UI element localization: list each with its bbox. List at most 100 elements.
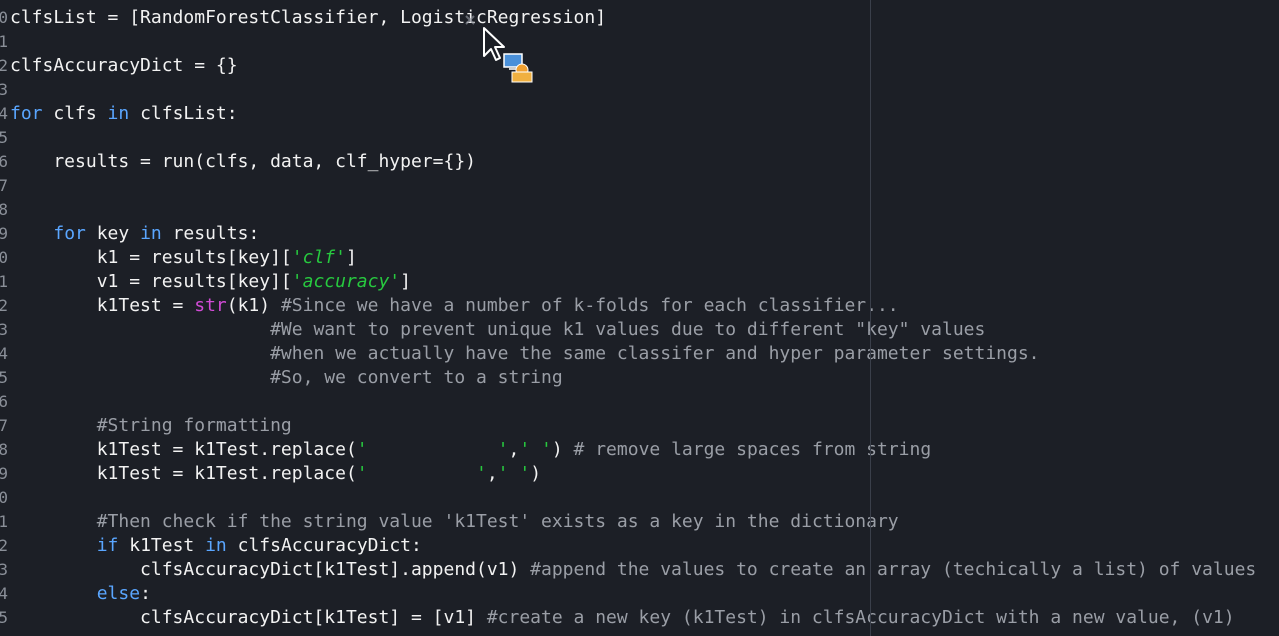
line-number: 2 <box>0 536 8 555</box>
code-token-keyword: in <box>140 223 162 244</box>
code-token-comment: # remove large spaces from string <box>573 439 932 460</box>
line-number: 8 <box>0 200 8 219</box>
line-number: 2 <box>0 56 8 75</box>
code-token-plain: results = run(clfs, data, clf_hyper={}) <box>10 151 476 172</box>
code-token-plain: , <box>508 439 520 460</box>
line-number: 3 <box>0 560 8 579</box>
code-token-string: ' ' <box>356 463 487 484</box>
line-number: 0 <box>0 248 8 267</box>
code-token-keyword: for <box>53 223 86 244</box>
line-number: 9 <box>0 464 8 483</box>
code-token-comment: #create a new key (k1Test) in clfsAccura… <box>486 607 1235 628</box>
line-number: 4 <box>0 584 8 603</box>
code-line[interactable]: k1Test = k1Test.replace(' ',' ') # remov… <box>10 438 931 462</box>
code-token-plain: clfsAccuracyDict[k1Test] = [v1] <box>10 607 487 628</box>
code-line[interactable]: #So, we convert to a string <box>10 366 563 390</box>
code-token-plain: k1Test = k1Test.replace( <box>10 439 357 460</box>
code-line[interactable]: #String formatting <box>10 414 292 438</box>
code-line[interactable]: #when we actually have the same classife… <box>10 342 1040 366</box>
code-token-string: ' ' <box>497 463 531 484</box>
code-token-plain: clfsAccuracyDict = {} <box>10 55 238 76</box>
code-token-keyword: else <box>96 583 141 604</box>
line-number: 2 <box>0 296 8 315</box>
code-token-comment: #Then check if the string value 'k1Test'… <box>96 511 899 532</box>
code-line[interactable]: for clfs in clfsList: <box>10 102 238 126</box>
line-number: 6 <box>0 392 8 411</box>
code-line[interactable]: results = run(clfs, data, clf_hyper={}) <box>10 150 476 174</box>
line-number: 8 <box>0 440 8 459</box>
code-token-plain: (k1) <box>226 295 281 316</box>
code-token-plain: ) <box>551 439 574 460</box>
code-token-plain: clfsAccuracyDict: <box>226 535 422 556</box>
column-ruler <box>870 0 871 636</box>
line-number: 5 <box>0 128 8 147</box>
code-token-plain: v1 = results[key][ <box>10 271 292 292</box>
line-number: 1 <box>0 512 8 531</box>
code-token-plain: results: <box>161 223 260 244</box>
code-token-comment: #So, we convert to a string <box>270 367 563 388</box>
code-token-plain: clfsAccuracyDict[k1Test].append(v1) <box>10 559 531 580</box>
code-token-string: ' ' <box>356 439 509 460</box>
code-token-plain: k1Test = k1Test.replace( <box>10 463 357 484</box>
code-area[interactable]: clfsList = [RandomForestClassifier, Logi… <box>10 0 1279 636</box>
code-token-keyword: for <box>10 103 43 124</box>
code-token-plain: ] <box>400 271 411 292</box>
code-token-plain: clfsList: <box>129 103 238 124</box>
code-line[interactable]: #We want to prevent unique k1 values due… <box>10 318 985 342</box>
code-line[interactable]: else: <box>10 582 151 606</box>
line-number: 7 <box>0 416 8 435</box>
code-token-plain: ) <box>530 463 542 484</box>
code-token-comment: #Since we have a number of k-folds for e… <box>280 295 899 316</box>
code-token-plain: key <box>85 223 141 244</box>
code-line[interactable]: k1Test = k1Test.replace(' ',' ') <box>10 462 541 486</box>
line-number: 5 <box>0 368 8 387</box>
code-line[interactable]: if k1Test in clfsAccuracyDict: <box>10 534 422 558</box>
code-token-comment: #We want to prevent unique k1 values due… <box>270 319 986 340</box>
code-line[interactable]: clfsAccuracyDict[k1Test].append(v1) #app… <box>10 558 1256 582</box>
line-number: 3 <box>0 80 8 99</box>
code-editor[interactable]: 0 1 2 3 4 5 6 7 8 9 0 1 2 3 4 5 6 7 8 9 0 1 2 3 4 5 clfsList = [R… <box>0 0 1279 636</box>
code-token-plain: k1Test <box>118 535 206 556</box>
code-token-string: 'clf' <box>291 247 346 268</box>
code-token-builtin: str <box>194 295 227 316</box>
code-line[interactable]: clfsAccuracyDict = {} <box>10 54 238 78</box>
line-number: 7 <box>0 176 8 195</box>
line-number: 3 <box>0 320 8 339</box>
code-line[interactable]: k1Test = str(k1) #Since we have a number… <box>10 294 899 318</box>
code-token-plain: k1Test = <box>10 295 195 316</box>
code-token-comment: #append the values to create an array (t… <box>530 559 1257 580</box>
code-line[interactable]: clfsAccuracyDict[k1Test] = [v1] #create … <box>10 606 1235 630</box>
code-line[interactable]: v1 = results[key]['accuracy'] <box>10 270 411 294</box>
code-token-plain: ] <box>345 247 357 268</box>
line-number: 1 <box>0 32 8 51</box>
code-token-keyword: in <box>205 535 227 556</box>
code-token-keyword: if <box>96 535 119 556</box>
line-number: 5 <box>0 608 8 627</box>
busy-arrow-cursor-icon <box>460 10 540 90</box>
code-line[interactable]: for key in results: <box>10 222 259 246</box>
code-token-comment: #when we actually have the same classife… <box>270 343 1040 364</box>
code-token-plain: , <box>486 463 498 484</box>
line-number: 9 <box>0 224 8 243</box>
code-token-string: ' ' <box>519 439 552 460</box>
cursor-svg <box>465 15 533 83</box>
code-token-string: 'accuracy' <box>291 271 401 292</box>
code-token-plain: k1 = results[key][ <box>10 247 292 268</box>
code-token-comment: #String formatting <box>96 415 292 436</box>
code-line[interactable]: #Then check if the string value 'k1Test'… <box>10 510 899 534</box>
line-number: 6 <box>0 152 8 171</box>
line-number: 4 <box>0 344 8 363</box>
code-line[interactable]: k1 = results[key]['clf'] <box>10 246 357 270</box>
code-token-keyword: in <box>107 103 130 124</box>
code-token-plain: clfs <box>42 103 108 124</box>
code-token-plain: : <box>140 583 151 604</box>
line-number: 0 <box>0 8 8 27</box>
